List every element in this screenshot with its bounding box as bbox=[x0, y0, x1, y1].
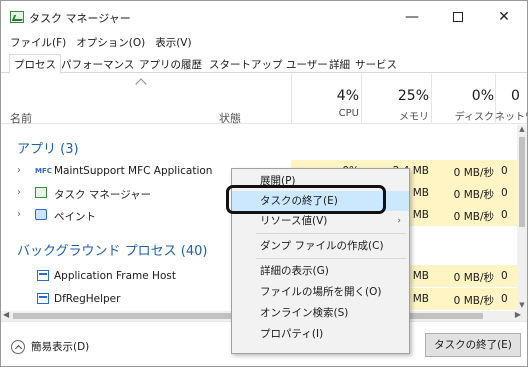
menu-item-create-dump[interactable]: ダンプ ファイルの作成(C) bbox=[232, 236, 409, 256]
fewer-details-label: 簡易表示(D) bbox=[31, 341, 90, 353]
cpu-label: CPU bbox=[338, 108, 359, 119]
process-name: タスク マネージャー bbox=[54, 189, 152, 201]
minimize-icon: — bbox=[405, 9, 419, 25]
menu-file[interactable]: ファイル(F) bbox=[10, 35, 66, 53]
cpu-percent: 4% bbox=[336, 88, 359, 104]
task-manager-window: タスク マネージャー — ✕ ファイル(F) オプション(O) 表示(V) プロ… bbox=[0, 0, 528, 367]
submenu-arrow-icon: › bbox=[397, 216, 401, 226]
menu-item-resource-values[interactable]: リソース値(V) › bbox=[232, 211, 409, 231]
tab-details[interactable]: 詳細 bbox=[325, 55, 354, 73]
process-disk: 0 MB/秒 bbox=[453, 167, 494, 179]
vertical-scrollbar[interactable]: ▲ ▼ bbox=[517, 125, 527, 311]
process-network: 0 bbox=[501, 187, 508, 199]
menu-bar: ファイル(F) オプション(O) 表示(V) bbox=[1, 35, 192, 53]
expand-arrow-icon[interactable]: › bbox=[17, 165, 21, 176]
menu-item-properties[interactable]: プロパティ(I) bbox=[232, 324, 409, 344]
scroll-up-icon[interactable]: ▲ bbox=[517, 125, 527, 135]
window-icon bbox=[37, 293, 49, 304]
menu-item-search-online[interactable]: オンライン検索(S) bbox=[232, 303, 409, 323]
menu-separator bbox=[256, 233, 406, 234]
scroll-thumb[interactable] bbox=[519, 137, 525, 227]
column-name[interactable]: 名前 bbox=[10, 110, 32, 126]
window-icon bbox=[37, 270, 49, 281]
disk-label: ディスク bbox=[454, 112, 494, 123]
sort-caret-icon bbox=[135, 78, 147, 90]
maximize-icon bbox=[453, 12, 463, 22]
process-name: MaintSupport MFC Application bbox=[54, 165, 213, 177]
process-disk: 0 MB/秒 bbox=[453, 189, 494, 201]
tab-bar: プロセス パフォーマンス アプリの履歴 スタートアップ ユーザー 詳細 サービス bbox=[1, 53, 527, 74]
menu-item-open-file-location[interactable]: ファイルの場所を開く(O) bbox=[232, 282, 409, 302]
process-name: Application Frame Host bbox=[54, 270, 176, 282]
scroll-left-icon[interactable]: ◀ bbox=[3, 310, 9, 319]
process-network: 0 bbox=[501, 270, 508, 282]
menu-options[interactable]: オプション(O) bbox=[76, 35, 145, 53]
tab-startup[interactable]: スタートアップ bbox=[205, 55, 287, 73]
column-status[interactable]: 状態 bbox=[219, 110, 241, 126]
column-memory[interactable]: 25% メモリ bbox=[361, 88, 429, 123]
minimize-button[interactable]: — bbox=[389, 1, 435, 33]
fewer-details-button[interactable]: 簡易表示(D) bbox=[11, 339, 89, 354]
group-background-processes[interactable]: バックグラウンド プロセス (40) bbox=[17, 240, 207, 259]
menu-item-go-to-details[interactable]: 詳細の表示(G) bbox=[232, 261, 409, 281]
memory-percent: 25% bbox=[397, 88, 429, 104]
chevron-up-icon bbox=[11, 339, 25, 354]
tab-services[interactable]: サービス bbox=[351, 55, 401, 73]
expand-arrow-icon[interactable]: › bbox=[17, 187, 21, 198]
expand-arrow-icon[interactable]: › bbox=[17, 209, 21, 220]
task-manager-icon bbox=[10, 11, 24, 23]
window-title: タスク マネージャー bbox=[29, 12, 131, 25]
group-apps[interactable]: アプリ (3) bbox=[17, 138, 79, 157]
highlight-ring bbox=[226, 185, 386, 214]
mfc-app-icon: MFC bbox=[35, 167, 52, 175]
tab-performance[interactable]: パフォーマンス bbox=[57, 55, 138, 73]
network-label: ネットワ bbox=[495, 112, 528, 123]
process-network: 0 bbox=[501, 165, 508, 177]
process-network: 0 bbox=[501, 293, 508, 305]
process-disk: 0 MB/秒 bbox=[453, 272, 494, 284]
memory-label: メモリ bbox=[399, 112, 429, 123]
disk-percent: 0% bbox=[471, 88, 494, 104]
process-network: 0 bbox=[501, 209, 508, 221]
scroll-right-icon[interactable]: ▶ bbox=[515, 310, 521, 319]
close-icon: ✕ bbox=[498, 9, 510, 25]
maximize-button[interactable] bbox=[435, 1, 481, 33]
menu-view[interactable]: 表示(V) bbox=[155, 35, 191, 53]
column-header: 名前 状態 4% CPU 25% メモリ 0% ディスク 0 ネットワ bbox=[1, 74, 528, 126]
column-network[interactable]: 0 ネットワ bbox=[495, 88, 528, 123]
column-disk[interactable]: 0% ディスク bbox=[431, 88, 494, 123]
menu-separator bbox=[256, 258, 406, 259]
menu-item-label: リソース値(V) bbox=[260, 215, 328, 227]
process-name: DfRegHelper bbox=[54, 293, 121, 305]
process-disk: 0 MB/秒 bbox=[453, 295, 494, 307]
title-bar: タスク マネージャー — ✕ bbox=[1, 1, 527, 33]
column-cpu[interactable]: 4% CPU bbox=[291, 88, 359, 119]
process-disk: 0 MB/秒 bbox=[453, 211, 494, 223]
close-button[interactable]: ✕ bbox=[481, 1, 527, 33]
process-name: ペイント bbox=[54, 211, 96, 223]
network-percent: 0 bbox=[511, 88, 520, 104]
end-task-button[interactable]: タスクの終了(E) bbox=[425, 333, 521, 357]
paint-icon bbox=[35, 209, 47, 220]
task-manager-icon bbox=[35, 187, 47, 198]
tab-app-history[interactable]: アプリの履歴 bbox=[135, 55, 206, 73]
tab-processes[interactable]: プロセス bbox=[9, 54, 61, 74]
